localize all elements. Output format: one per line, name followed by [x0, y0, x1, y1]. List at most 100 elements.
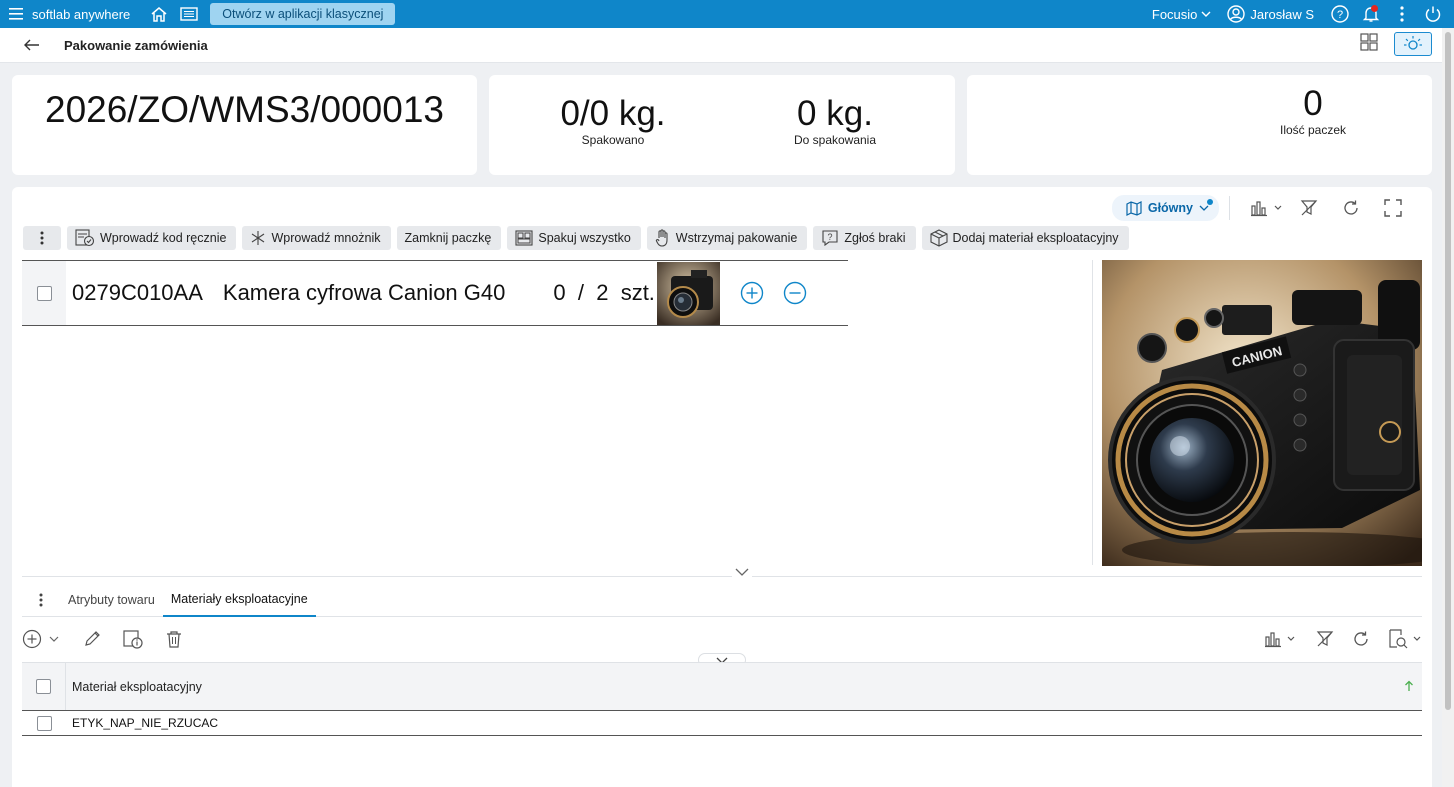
add-consumable-label: Dodaj materiał eksploatacyjny — [952, 231, 1119, 245]
vertical-scrollbar[interactable] — [1442, 28, 1454, 787]
company-selector[interactable]: Focusio — [1152, 7, 1212, 22]
notification-dot — [1371, 5, 1378, 12]
user-menu[interactable]: Jarosław S — [1227, 5, 1314, 23]
packages-label: Ilość paczek — [1279, 123, 1347, 137]
chart-icon[interactable] — [1264, 625, 1298, 653]
panel-divider[interactable] — [1092, 260, 1093, 565]
menu-icon[interactable] — [0, 0, 32, 28]
grid-toolbar — [22, 625, 1422, 653]
add-dropdown-button[interactable] — [22, 625, 59, 653]
quantity-controls — [740, 281, 807, 305]
view-name: Główny — [1147, 201, 1193, 215]
select-all-cell — [22, 663, 66, 710]
cell-consumable: ETYK_NAP_NIE_RZUCAC — [72, 716, 219, 730]
weight-card: 0/0 kg. Spakowano 0 kg. Do spakowania — [489, 75, 955, 175]
chevron-down-icon — [1199, 205, 1209, 211]
trash-icon[interactable] — [165, 625, 183, 653]
report-shortage-label: Zgłoś braki — [844, 231, 906, 245]
refresh-icon[interactable] — [1330, 195, 1372, 221]
home-icon[interactable] — [144, 0, 174, 28]
box-icon — [929, 229, 948, 247]
tabs-more-icon[interactable] — [22, 593, 60, 607]
view-selector[interactable]: Główny — [1111, 195, 1219, 221]
qty-unit: szt. — [620, 280, 655, 305]
plus-circle-icon — [22, 629, 42, 649]
pack-all-icon — [515, 230, 533, 246]
map-icon — [1126, 200, 1142, 216]
newspaper-icon[interactable] — [174, 0, 204, 28]
help-icon[interactable]: ? — [1324, 0, 1355, 28]
item-thumbnail[interactable] — [657, 261, 721, 325]
product-image: CANION — [1102, 260, 1422, 566]
item-row[interactable]: 0279C010AA Kamera cyfrowa Canion G40 0 /… — [22, 260, 848, 326]
close-package-button[interactable]: Zamknij paczkę — [396, 226, 502, 250]
row-checkbox-cell — [22, 711, 66, 735]
table-row[interactable]: ETYK_NAP_NIE_RZUCAC — [22, 711, 1422, 736]
pause-packing-button[interactable]: Wstrzymaj pakowanie — [646, 226, 808, 250]
pack-all-label: Spakuj wszystko — [538, 231, 631, 245]
view-modified-dot — [1207, 199, 1213, 205]
scrollbar-thumb[interactable] — [1445, 32, 1451, 710]
packages-card: 0 Ilość paczek — [967, 75, 1432, 175]
kebab-icon — [40, 231, 44, 245]
pack-all-button[interactable]: Spakuj wszystko — [507, 226, 641, 250]
section-divider — [22, 576, 1422, 577]
edit-pencil-icon[interactable] — [83, 625, 101, 653]
sort-asc-icon[interactable] — [1404, 680, 1414, 692]
asterisk-icon — [252, 231, 265, 245]
order-number: 2026/ZO/WMS3/000013 — [45, 89, 444, 130]
report-shortage-button[interactable]: ? Zgłoś braki — [813, 226, 916, 250]
add-consumable-button[interactable]: Dodaj materiał eksploatacyjny — [921, 226, 1129, 250]
user-name: Jarosław S — [1250, 6, 1314, 22]
back-arrow-icon[interactable] — [24, 39, 60, 51]
search-document-icon[interactable] — [1388, 625, 1422, 653]
minus-circle-icon[interactable] — [783, 281, 807, 305]
question-icon: ? — [822, 230, 838, 247]
fullscreen-icon[interactable] — [1372, 195, 1414, 221]
tab-item-attributes[interactable]: Atrybuty towaru — [60, 584, 163, 617]
layout-grid-icon[interactable] — [1360, 32, 1378, 56]
packages-value: 0 — [1303, 84, 1323, 123]
row-checkbox[interactable] — [36, 715, 52, 731]
order-card: 2026/ZO/WMS3/000013 — [12, 75, 477, 175]
column-header-consumable[interactable]: Materiał eksploatacyjny — [72, 680, 202, 694]
light-mode-button[interactable] — [1394, 32, 1432, 56]
view-toolbar: Główny — [1111, 195, 1414, 221]
main-panel: Główny Wprowadź kod ręcznie Wprowadź mno… — [12, 187, 1432, 787]
to-pack-metric: 0 kg. Do spakowania — [761, 93, 909, 147]
select-all-checkbox[interactable] — [36, 679, 51, 694]
divider — [1229, 196, 1230, 220]
page-title: Pakowanie zamówienia — [64, 37, 208, 53]
to-pack-label: Do spakowania — [793, 133, 877, 147]
tab-consumables[interactable]: Materiały eksploatacyjne — [162, 584, 316, 617]
power-icon[interactable] — [1417, 0, 1448, 28]
bell-icon[interactable] — [1355, 0, 1386, 28]
chevron-down-icon — [1201, 11, 1211, 17]
open-classic-button[interactable]: Otwórz w aplikacji klasycznej — [210, 3, 396, 25]
chart-icon[interactable] — [1246, 195, 1288, 221]
chevron-down-icon[interactable] — [732, 568, 752, 582]
more-vertical-icon[interactable] — [1386, 0, 1417, 28]
qty-separator: / — [577, 280, 584, 305]
packages-metric: 0 Ilość paczek — [1263, 83, 1363, 137]
enter-multiplier-button[interactable]: Wprowadź mnożnik — [242, 226, 391, 250]
plus-circle-icon[interactable] — [740, 281, 764, 305]
filter-off-icon[interactable] — [1316, 625, 1334, 653]
item-quantity: 0 / 2 szt. — [553, 280, 663, 306]
company-name: Focusio — [1151, 6, 1198, 22]
user-icon — [1227, 5, 1246, 23]
more-actions-button[interactable] — [23, 226, 61, 250]
svg-text:?: ? — [828, 232, 833, 242]
item-checkbox[interactable] — [36, 285, 52, 301]
packed-metric: 0/0 kg. Spakowano — [533, 93, 693, 147]
item-code: 0279C010AA — [72, 280, 203, 305]
total-qty: 2 — [596, 280, 609, 305]
filter-off-icon[interactable] — [1288, 195, 1330, 221]
svg-text:?: ? — [1336, 9, 1342, 21]
pause-packing-label: Wstrzymaj pakowanie — [675, 231, 798, 245]
refresh-icon[interactable] — [1352, 625, 1370, 653]
details-icon[interactable] — [123, 625, 143, 653]
chevron-down-icon — [49, 636, 59, 642]
app-brand[interactable]: softlab anywhere — [32, 7, 130, 22]
enter-code-button[interactable]: Wprowadź kod ręcznie — [67, 226, 237, 250]
